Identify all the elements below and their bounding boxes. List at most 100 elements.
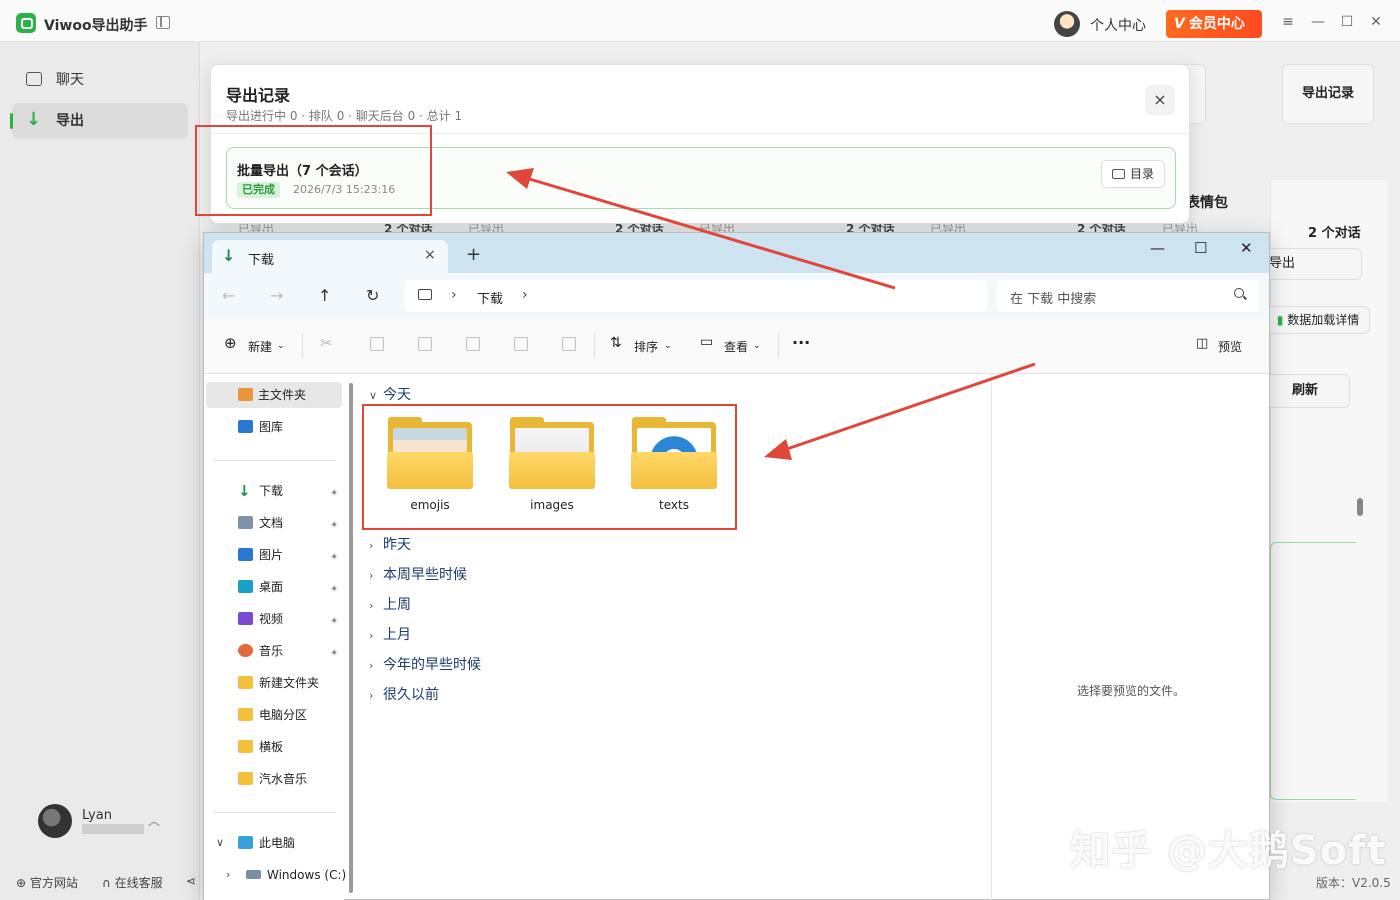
group-header[interactable]: › 今年的早些时候 <box>369 654 481 674</box>
chevron-right-icon[interactable]: › <box>451 287 457 303</box>
sidebar-item-chat[interactable]: 聊天 <box>12 62 188 98</box>
maximize-icon[interactable]: ☐ <box>1194 239 1207 257</box>
pin-icon[interactable]: ✦ <box>330 648 338 659</box>
desktop-icon <box>238 580 253 593</box>
minimize-icon[interactable]: — <box>1310 14 1326 30</box>
emoji-heading: 表情包 <box>1186 195 1228 211</box>
pane-scrollbar[interactable] <box>349 383 353 893</box>
close-icon[interactable]: ✕ <box>1240 239 1253 257</box>
avatar[interactable] <box>38 804 72 838</box>
sidebar: 聊天 导出 Lyan ︿ ⊕ 官方网站 ∩ 在线客服 ⋖ <box>0 42 200 900</box>
dialog-summary: 导出进行中 0 · 排队 0 · 聊天后台 0 · 总计 1 <box>226 109 463 123</box>
sidebar-item-export[interactable]: 导出 <box>10 102 188 139</box>
group-header[interactable]: › 上月 <box>369 624 411 644</box>
up-icon[interactable]: ↑ <box>318 286 331 305</box>
folder-icon <box>238 676 253 689</box>
preview-button[interactable]: 预览 <box>1218 338 1242 355</box>
close-button[interactable]: × <box>1145 85 1175 115</box>
file-explorer-window: ↓ 下载 × + — ☐ ✕ ← → ↑ ↻ › 下载 › 在 下载 中搜索 ⊕… <box>203 232 1270 900</box>
nav-label: 下载 <box>259 484 284 498</box>
annotation-box <box>362 404 737 530</box>
rename-icon[interactable] <box>466 337 480 351</box>
back-icon[interactable]: ← <box>222 286 235 305</box>
bar-chart-icon: ▮ <box>1276 313 1284 327</box>
video-icon <box>238 612 253 625</box>
pin-icon[interactable]: ✦ <box>330 552 338 563</box>
group-header[interactable]: › 上周 <box>369 594 411 614</box>
group-label: 上月 <box>383 627 411 643</box>
version-label: 版本：V2.0.5 <box>1316 876 1391 890</box>
view-button[interactable]: 查看 <box>724 338 748 355</box>
close-tab-icon[interactable]: × <box>424 247 436 263</box>
chevron-right-icon: › <box>369 689 374 702</box>
group-header[interactable]: › 本周早些时候 <box>369 564 467 584</box>
pin-icon[interactable]: ✦ <box>330 520 338 531</box>
paste-icon[interactable] <box>418 337 432 351</box>
picture-icon <box>238 548 253 561</box>
chevron-right-icon[interactable]: › <box>522 287 528 303</box>
app-title: Viwoo导出助手 <box>44 18 148 34</box>
vip-center-button[interactable]: V 会员中心 <box>1166 10 1262 38</box>
online-support-link[interactable]: ∩ 在线客服 <box>102 874 163 891</box>
sort-button[interactable]: 排序 <box>634 338 658 355</box>
drive-icon <box>246 870 261 879</box>
divider <box>214 460 336 461</box>
nav-label: 主文件夹 <box>258 388 307 402</box>
share-icon[interactable] <box>514 337 528 351</box>
group-header[interactable]: › 很久以前 <box>369 684 439 704</box>
new-button[interactable]: 新建 <box>248 338 272 355</box>
dialog-title: 导出记录 <box>226 86 291 105</box>
address-bar[interactable]: › 下载 › <box>404 280 988 312</box>
document-icon <box>238 516 253 529</box>
button-label: 数据加载详情 <box>1287 313 1360 327</box>
delete-icon[interactable] <box>562 337 576 351</box>
navigation-bar: ← → ↑ ↻ › 下载 › 在 下载 中搜索 <box>204 273 1269 319</box>
refresh-button[interactable]: 刷新 <box>1260 374 1350 408</box>
pin-icon[interactable]: ✦ <box>330 488 338 499</box>
forward-icon[interactable]: → <box>270 286 283 305</box>
download-icon: ↓ <box>222 246 236 265</box>
nav-label: 此电脑 <box>259 836 296 850</box>
chevron-down-icon[interactable]: ∨ <box>216 836 224 849</box>
close-icon[interactable]: ✕ <box>1368 14 1384 30</box>
more-options-icon[interactable]: ··· <box>792 333 810 352</box>
command-bar: ⊕ 新建 ⌄ ✂ ⇅ 排序 ⌄ ▭ 查看 ⌄ ··· ◫ 预览 <box>204 319 1269 374</box>
share-icon[interactable]: ⋖ <box>186 874 196 888</box>
group-header-today[interactable]: ∨ 今天 <box>369 384 411 404</box>
watermark: 知乎 @大鹅Soft <box>1070 828 1387 874</box>
sidebar-toggle-icon[interactable] <box>156 16 170 29</box>
pin-icon[interactable]: ✦ <box>330 584 338 595</box>
globe-icon: ⊕ <box>16 876 27 890</box>
new-tab-icon[interactable]: + <box>466 244 481 265</box>
sort-icon: ⇅ <box>610 335 622 351</box>
pin-icon[interactable]: ✦ <box>330 616 338 627</box>
download-icon <box>26 102 42 138</box>
tab-bar: ↓ 下载 × + — ☐ ✕ <box>204 233 1269 273</box>
refresh-icon[interactable]: ↻ <box>366 286 379 305</box>
open-directory-button[interactable]: 目录 <box>1101 160 1165 188</box>
maximize-icon[interactable]: ☐ <box>1339 14 1355 30</box>
scrollbar[interactable] <box>1357 498 1363 516</box>
avatar[interactable] <box>1054 11 1080 37</box>
nav-item-home[interactable]: 主文件夹 <box>206 382 342 408</box>
minimize-icon[interactable]: — <box>1150 239 1165 257</box>
group-header[interactable]: › 昨天 <box>369 534 411 554</box>
menu-icon[interactable]: ≡ <box>1280 14 1296 30</box>
copy-icon[interactable] <box>370 337 384 351</box>
export-button[interactable]: 导出 <box>1260 248 1362 280</box>
cut-icon[interactable]: ✂ <box>320 334 333 352</box>
chevron-down-icon: ⌄ <box>277 341 285 351</box>
tab-downloads[interactable]: ↓ 下载 × <box>212 240 448 273</box>
export-records-button[interactable]: 导出记录 <box>1282 64 1374 124</box>
profile-link[interactable]: 个人中心 <box>1090 15 1146 35</box>
nav-label: 图库 <box>259 420 284 434</box>
user-id-redacted <box>82 824 144 834</box>
data-details-button[interactable]: ▮ 数据加载详情 <box>1266 306 1370 334</box>
chevron-down-icon: ⌄ <box>664 341 672 351</box>
folder-icon <box>238 772 253 785</box>
breadcrumb-item[interactable]: 下载 <box>477 288 503 307</box>
chevron-right-icon[interactable]: › <box>226 868 230 881</box>
official-site-link[interactable]: ⊕ 官方网站 <box>16 874 78 891</box>
chevron-up-icon[interactable]: ︿ <box>148 812 160 829</box>
search-input[interactable]: 在 下载 中搜索 <box>996 280 1259 312</box>
